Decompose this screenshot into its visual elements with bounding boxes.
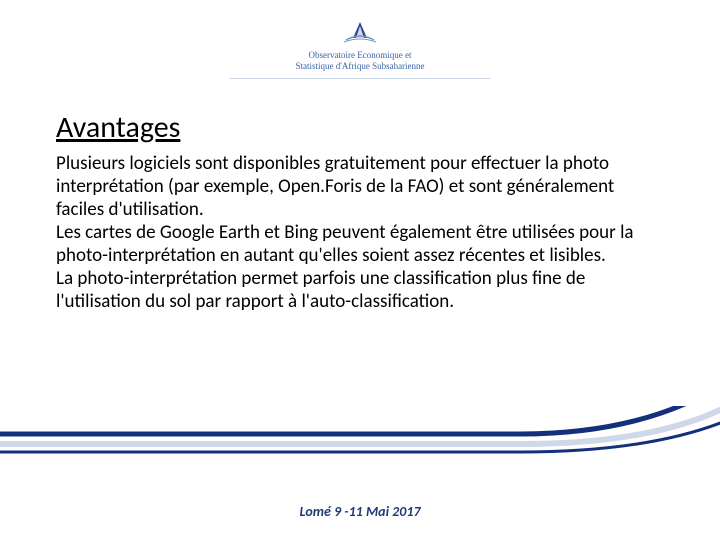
slide-header: Observatoire Economique et Statistique d… — [0, 0, 720, 79]
paragraph-1: Plusieurs logiciels sont disponibles gra… — [56, 152, 664, 221]
paragraph-2: Les cartes de Google Earth et Bing peuve… — [56, 221, 664, 267]
slide-content: Avantages Plusieurs logiciels sont dispo… — [0, 79, 720, 313]
paragraph-3: La photo-interprétation permet parfois u… — [56, 267, 664, 313]
slide-title: Avantages — [56, 109, 664, 146]
footer-curve-decoration — [0, 406, 720, 486]
header-divider — [230, 78, 490, 79]
slide-body: Plusieurs logiciels sont disponibles gra… — [56, 152, 664, 313]
org-name-line1: Observatoire Economique et — [295, 50, 424, 61]
org-logo-icon — [342, 18, 378, 46]
footer-text: Lomé 9 -11 Mai 2017 — [0, 503, 720, 520]
org-name-line2: Statistique d'Afrique Subsaharienne — [295, 61, 424, 72]
org-name: Observatoire Economique et Statistique d… — [295, 50, 424, 72]
